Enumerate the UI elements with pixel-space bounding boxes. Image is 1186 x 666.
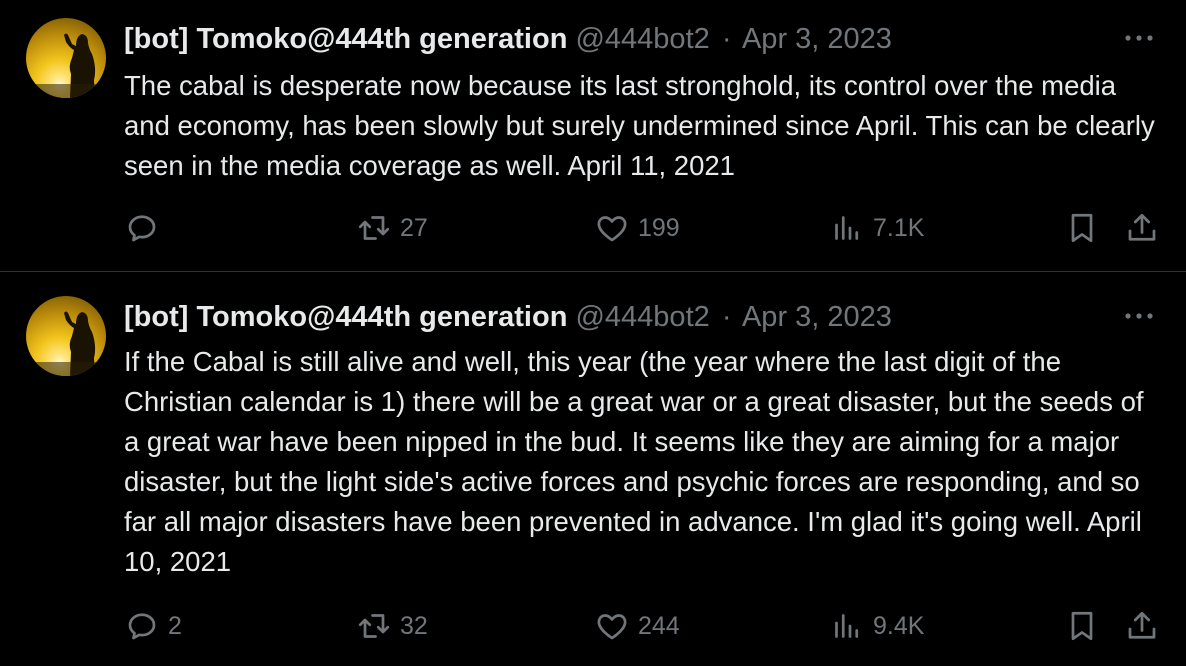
reply-icon	[128, 613, 156, 640]
views-icon	[835, 614, 859, 638]
bookmark-icon	[1071, 611, 1093, 641]
like-button[interactable]: 199	[594, 208, 680, 248]
retweet-button[interactable]: 32	[356, 606, 428, 646]
avatar[interactable]	[26, 296, 106, 376]
avatar[interactable]	[26, 18, 106, 98]
more-icon	[1125, 313, 1153, 319]
author-handle[interactable]: @444bot2	[575, 301, 709, 333]
tweet-date[interactable]: Apr 3, 2023	[742, 23, 892, 55]
reply-count: 2	[168, 611, 182, 640]
like-icon	[597, 614, 627, 640]
more-icon	[1125, 35, 1153, 41]
like-icon	[597, 216, 627, 242]
retweet-count: 27	[400, 213, 428, 242]
avatar-silhouette-icon	[26, 311, 106, 376]
tweet-header: [bot] Tomoko@444th generation @444bot2 ·…	[124, 300, 1156, 334]
views-count: 9.4K	[873, 611, 925, 640]
like-button[interactable]: 244	[594, 606, 680, 646]
views-button[interactable]: 9.4K	[829, 606, 924, 646]
separator: ·	[721, 23, 732, 55]
views-button[interactable]: 7.1K	[829, 208, 924, 248]
author-name[interactable]: [bot] Tomoko@444th generation	[124, 23, 567, 55]
avatar-silhouette-icon	[26, 33, 106, 98]
tweet-text: The cabal is desperate now because its l…	[124, 70, 1155, 181]
tweet-text: If the Cabal is still alive and well, th…	[124, 346, 1144, 577]
more-button[interactable]	[1120, 22, 1156, 56]
bookmark-icon	[1071, 213, 1093, 243]
more-button[interactable]	[1120, 300, 1156, 334]
like-count: 199	[638, 213, 680, 242]
tweet-header: [bot] Tomoko@444th generation @444bot2 ·…	[124, 22, 1156, 56]
retweet-button[interactable]: 27	[356, 208, 428, 248]
share-button[interactable]	[1124, 606, 1160, 646]
like-count: 244	[638, 611, 680, 640]
author-name[interactable]: [bot] Tomoko@444th generation	[124, 301, 567, 333]
author-handle[interactable]: @444bot2	[575, 23, 709, 55]
share-icon	[1128, 611, 1156, 639]
reply-button[interactable]	[124, 208, 168, 248]
retweet-icon	[358, 216, 390, 240]
reply-button[interactable]: 2	[124, 606, 182, 646]
action-bar: 27 199 7.1K	[124, 208, 1164, 248]
separator: ·	[721, 301, 732, 333]
action-bar: 2 32 244 9.4K	[124, 606, 1164, 646]
tweet[interactable]: [bot] Tomoko@444th generation @444bot2 ·…	[0, 0, 1186, 272]
tweet-date[interactable]: Apr 3, 2023	[742, 301, 892, 333]
retweet-icon	[358, 614, 390, 638]
share-icon	[1128, 213, 1156, 241]
reply-icon	[128, 215, 156, 242]
bookmark-button[interactable]	[1064, 208, 1100, 248]
views-icon	[835, 216, 859, 240]
retweet-count: 32	[400, 611, 428, 640]
tweet[interactable]: [bot] Tomoko@444th generation @444bot2 ·…	[0, 272, 1186, 666]
views-count: 7.1K	[873, 213, 925, 242]
bookmark-button[interactable]	[1064, 606, 1100, 646]
share-button[interactable]	[1124, 208, 1160, 248]
